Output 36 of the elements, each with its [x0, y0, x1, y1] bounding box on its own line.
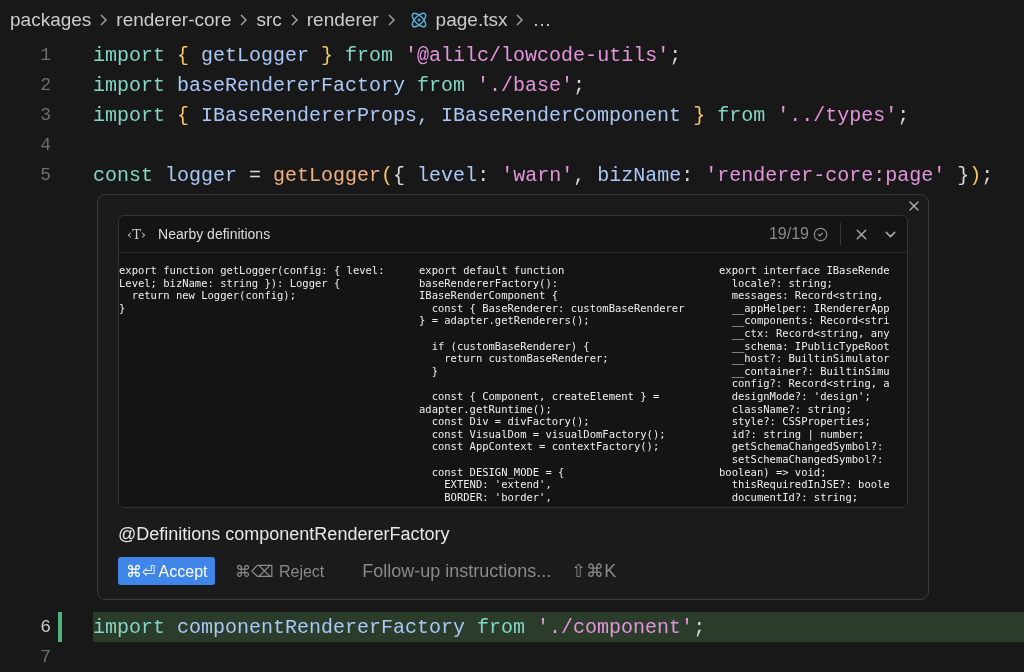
folder-crumb[interactable]: packages [10, 9, 92, 31]
chevron-icon [290, 14, 298, 26]
line-number: 4 [40, 135, 52, 155]
code-line: import { getLogger } from '@alilc/lowcode-utils'; [93, 42, 683, 69]
line-number: 3 [40, 105, 52, 125]
followup-input[interactable]: Follow-up instructions... [362, 560, 568, 582]
context-label: @Definitions componentRendererFactory [118, 524, 451, 546]
folder-crumb[interactable]: renderer-core [116, 9, 232, 31]
line-number: 6 [40, 617, 52, 638]
folder-crumb[interactable]: renderer [306, 9, 379, 31]
file-crumb[interactable]: page.tsx [435, 9, 508, 31]
line-number: 2 [40, 75, 52, 95]
definition-count: 19/19 [768, 225, 809, 243]
reject-button[interactable]: ⌘⌫ Reject [229, 557, 331, 586]
more-crumb[interactable]: … [532, 9, 552, 31]
card-title: Nearby definitions [158, 226, 272, 242]
atom-icon [409, 11, 428, 29]
line-number: 7 [40, 647, 52, 668]
accept-button[interactable]: ⌘⏎ Accept [118, 557, 216, 586]
code-line: import { IBaseRendererProps, IBaseRenderComponent } from '../types'; [93, 102, 911, 129]
change-marker [58, 612, 62, 643]
chevron-icon [387, 14, 395, 26]
code-snippet: export function getLogger(config: { level: Level; bizName: string }): Logger { return new Logger(config); } [119, 264, 386, 316]
code-snippet: export default function baseRendererFactory(): IBaseRenderComponent { const { BaseRenderer: customBaseRenderer } = adapter.getRenderers(); if (customBaseRenderer) { return customBaseRenderer; } const { Component, createElement } = adapter.getRuntime(); const Div = divFactory(); const VisualDom = visualDomFactory(); const AppContext = contextFactory(); const DESIGN_MODE = { EXTEND: 'extend', BORDER: 'border', [419, 264, 686, 504]
chevron-icon [240, 14, 248, 26]
chevron-icon [516, 14, 524, 26]
type-icon: ‹T› [127, 226, 147, 242]
code-snippet: export interface IBaseRende locale?: string; messages: Record<string, __appHelper: IRendererApp __components: Record<stri __ctx: Record<string, any __schema: IPublicTypeRoot __host?: BuiltinSimulator __container?: BuiltinSimu config?: Record<string, a designMode?: 'design'; className?: string; style?: CSSProperties; id?: string | number; getSchemaChangedSymbol?: setSchemaChangedSymbol?: boolean) => void; thisRequiredInJSE?: boole documentId?: string; [719, 264, 891, 504]
chevron-icon [100, 14, 108, 26]
line-number: 5 [40, 165, 52, 185]
code-line: import baseRendererFactory from './base'; [93, 72, 587, 99]
shortcut-hint: ⇧⌘K [571, 560, 617, 583]
code-line: const logger = getLogger({ level: 'warn', bizName: 'renderer-core:page' }); [93, 162, 995, 189]
check-icon [813, 226, 828, 242]
line-number: 1 [40, 45, 52, 65]
folder-crumb[interactable]: src [256, 9, 282, 31]
